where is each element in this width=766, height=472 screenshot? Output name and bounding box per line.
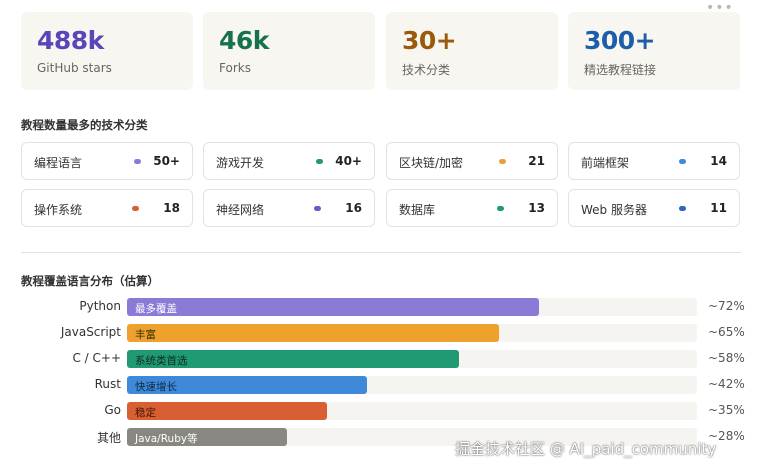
- language-bar-row: Go 稳定 ~35%: [0, 401, 766, 421]
- stat-label: 精选教程链接: [584, 63, 657, 77]
- category-card[interactable]: 编程语言 50+: [21, 142, 193, 180]
- stat-card-stars: 488k GitHub stars: [21, 12, 193, 90]
- languages-title: 教程覆盖语言分布（估算）: [21, 274, 159, 288]
- category-card[interactable]: 区块链/加密 21: [386, 142, 558, 180]
- stat-value: 46k: [219, 26, 269, 55]
- category-count: 40+: [335, 154, 362, 168]
- language-percent: ~72%: [708, 299, 745, 313]
- category-count: 50+: [153, 154, 180, 168]
- category-card[interactable]: 数据库 13: [386, 189, 558, 227]
- stat-value: 300+: [584, 26, 656, 55]
- bar-fill: [127, 298, 539, 316]
- language-name: C / C++: [72, 351, 121, 365]
- category-dot: [679, 159, 686, 164]
- bar-tag: 系统类首选: [135, 355, 188, 367]
- category-name: Web 服务器: [581, 203, 647, 217]
- language-bar-row: Rust 快速增长 ~42%: [0, 375, 766, 395]
- category-name: 游戏开发: [216, 156, 265, 170]
- category-dot: [679, 206, 686, 211]
- category-count: 16: [345, 201, 362, 215]
- stat-value: 30+: [402, 26, 457, 55]
- stat-card-tutorials: 300+ 精选教程链接: [568, 12, 740, 90]
- stat-label: 技术分类: [402, 63, 451, 77]
- more-horizontal-icon[interactable]: •••: [706, 1, 734, 15]
- bar-fill: [127, 324, 499, 342]
- stat-card-forks: 46k Forks: [203, 12, 375, 90]
- category-name: 编程语言: [34, 156, 83, 170]
- category-card[interactable]: 操作系统 18: [21, 189, 193, 227]
- bar-tag: 快速增长: [135, 381, 177, 393]
- bar-tag: 稳定: [135, 407, 156, 419]
- bar-tag: 丰富: [135, 329, 156, 341]
- category-dot: [314, 206, 321, 211]
- category-name: 前端框架: [581, 156, 630, 170]
- category-card[interactable]: 游戏开发 40+: [203, 142, 375, 180]
- watermark: 掘金技术社区 @ AI_paid_community: [455, 440, 717, 458]
- category-count: 18: [163, 201, 180, 215]
- category-count: 11: [710, 201, 727, 215]
- category-count: 14: [710, 154, 727, 168]
- language-name: Rust: [94, 377, 121, 391]
- language-name: Go: [104, 403, 121, 417]
- category-name: 操作系统: [34, 203, 83, 217]
- language-name: Python: [79, 299, 121, 313]
- category-name: 区块链/加密: [399, 156, 464, 170]
- category-dot: [134, 159, 141, 164]
- category-count: 13: [528, 201, 545, 215]
- bar-tag: Java/Ruby等: [135, 433, 198, 445]
- category-dot: [132, 206, 139, 211]
- category-name: 数据库: [399, 203, 436, 217]
- language-bar-row: Python 最多覆盖 ~72%: [0, 297, 766, 317]
- category-count: 21: [528, 154, 545, 168]
- category-card[interactable]: Web 服务器 11: [568, 189, 740, 227]
- language-percent: ~58%: [708, 351, 745, 365]
- stat-label: Forks: [219, 61, 251, 75]
- language-percent: ~65%: [708, 325, 745, 339]
- language-percent: ~42%: [708, 377, 745, 391]
- language-name: 其他: [96, 431, 121, 445]
- category-dot: [316, 159, 323, 164]
- category-dot: [499, 159, 506, 164]
- language-percent: ~35%: [708, 403, 745, 417]
- language-bar-row: C / C++ 系统类首选 ~58%: [0, 349, 766, 369]
- section-divider: [21, 252, 741, 253]
- bar-fill: [127, 402, 327, 420]
- stat-label: GitHub stars: [37, 61, 112, 75]
- language-bar-row: JavaScript 丰富 ~65%: [0, 323, 766, 343]
- category-card[interactable]: 前端框架 14: [568, 142, 740, 180]
- category-card[interactable]: 神经网络 16: [203, 189, 375, 227]
- categories-title: 教程数量最多的技术分类: [21, 118, 148, 132]
- category-dot: [497, 206, 504, 211]
- stat-card-categories: 30+ 技术分类: [386, 12, 558, 90]
- bar-tag: 最多覆盖: [135, 303, 177, 315]
- stat-value: 488k: [37, 26, 104, 55]
- category-name: 神经网络: [216, 203, 265, 217]
- language-name: JavaScript: [60, 325, 121, 339]
